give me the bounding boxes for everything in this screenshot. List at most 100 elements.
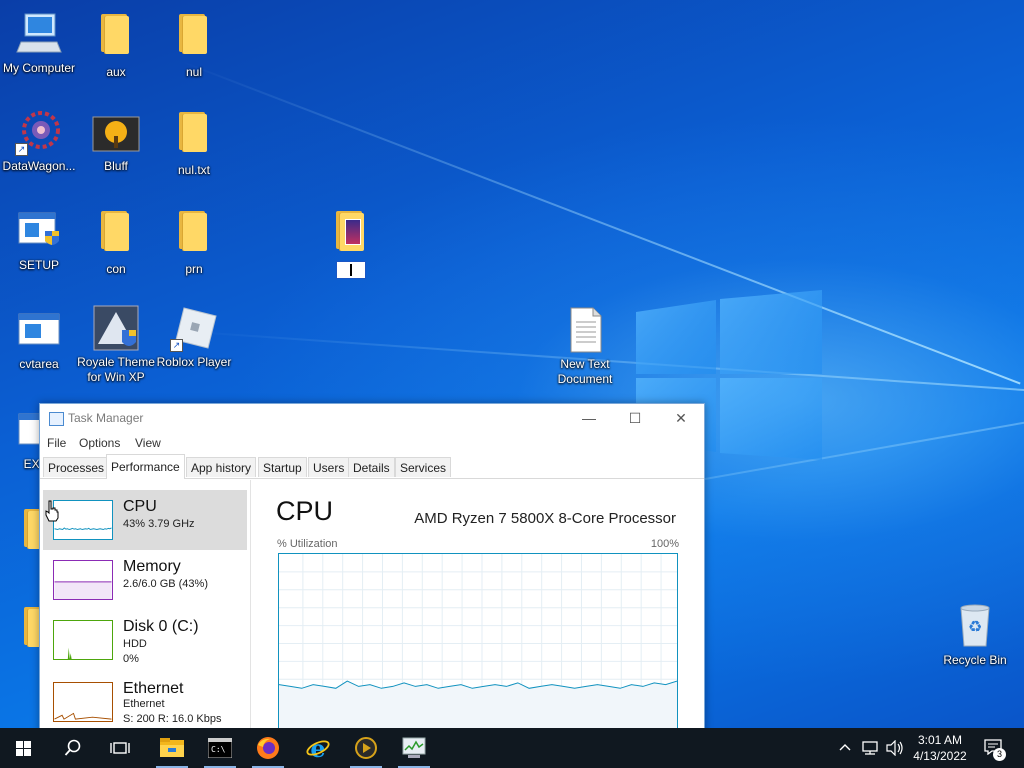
folder-icon (101, 211, 131, 251)
icon-label: Roblox Player (156, 355, 232, 369)
desktop-icon-recycle-bin[interactable]: ♻ Recycle Bin (935, 602, 1015, 668)
tab-details[interactable]: Details (348, 457, 395, 477)
royale-installer-icon (93, 305, 139, 351)
tab-startup[interactable]: Startup (258, 457, 307, 477)
clock[interactable]: 3:01 AM 4/13/2022 (900, 732, 980, 764)
computer-icon (16, 13, 62, 53)
tab-users[interactable]: Users (308, 457, 350, 477)
media-folder-icon (336, 211, 366, 251)
icon-label: DataWagon... (2, 159, 76, 173)
window-icon (18, 313, 60, 345)
resource-cpu[interactable]: CPU 43% 3.79 GHz (43, 490, 247, 550)
task-manager-icon (402, 737, 426, 758)
taskbar-file-explorer[interactable] (148, 728, 196, 768)
start-icon (16, 741, 31, 756)
resource-name: Memory (123, 558, 181, 575)
icon-label: con (106, 262, 126, 276)
desktop-icon-aux[interactable]: aux (76, 10, 156, 80)
resource-ethernet[interactable]: Ethernet Ethernet S: 200 R: 16.0 Kbps (43, 672, 247, 732)
tab-bar: Processes Performance App history Startu… (40, 454, 704, 479)
taskbar: C:\ e 3:01 AM 4/13/2022 3 (0, 728, 1024, 768)
graph-y-max-label: 100% (650, 538, 679, 550)
desktop-icon-royale-theme[interactable]: Royale Theme for Win XP (76, 304, 156, 385)
desktop-icon-media-folder[interactable] (311, 207, 391, 279)
desktop-icon-nul-txt[interactable]: nul.txt (154, 108, 234, 178)
desktop-icon-bluff[interactable]: Bluff (76, 108, 156, 174)
desktop-icon-setup[interactable]: SETUP (0, 207, 79, 273)
resource-memory[interactable]: Memory 2.6/6.0 GB (43%) (43, 550, 247, 610)
disk-thumbnail-graph (53, 620, 113, 660)
folder-icon (179, 112, 209, 152)
task-manager-window[interactable]: Task Manager — ☐ ✕ File Options View Pro… (39, 403, 705, 735)
shortcut-arrow-icon: ↗ (15, 143, 28, 156)
taskbar-internet-explorer[interactable]: e (294, 728, 342, 768)
text-document-icon (570, 307, 602, 353)
internet-explorer-icon: e (306, 736, 330, 760)
resource-disk[interactable]: Disk 0 (C:) HDD 0% (43, 610, 247, 670)
resource-name: Disk 0 (C:) (123, 618, 199, 635)
desktop-icon-roblox[interactable]: ↗ Roblox Player (154, 304, 234, 370)
hand-cursor-icon (45, 500, 59, 522)
tab-app-history[interactable]: App history (186, 457, 257, 477)
desktop-icon-prn[interactable]: prn (154, 207, 234, 277)
taskbar-command-prompt[interactable]: C:\ (196, 728, 244, 768)
desktop-icon-cvtarea[interactable]: cvtarea (0, 306, 79, 372)
tab-performance[interactable]: Performance (106, 454, 185, 479)
command-prompt-icon: C:\ (208, 738, 232, 758)
shortcut-arrow-icon: ↗ (170, 339, 183, 352)
resource-list: CPU 43% 3.79 GHz Memory 2.6/6.0 GB (43%)… (40, 480, 251, 734)
icon-label: Bluff (104, 159, 128, 173)
file-explorer-icon (160, 738, 184, 757)
minimize-button[interactable]: — (566, 404, 612, 432)
icon-label: prn (185, 262, 203, 276)
taskbar-task-manager[interactable] (390, 728, 438, 768)
desktop-icon-con[interactable]: con (76, 207, 156, 277)
desktop-icon-new-text-document[interactable]: New Text Document (545, 306, 625, 387)
processor-name: AMD Ryzen 7 5800X 8-Core Processor (414, 510, 676, 527)
cpu-thumbnail-graph (53, 500, 113, 540)
clock-time: 3:01 AM (917, 733, 963, 747)
resource-detail: 43% 3.79 GHz (123, 518, 195, 530)
resource-name: Ethernet (123, 680, 184, 697)
tab-services[interactable]: Services (395, 457, 452, 477)
menu-view[interactable]: View (135, 436, 161, 450)
icon-label: New Text Document (557, 357, 613, 386)
tab-processes[interactable]: Processes (43, 457, 110, 477)
taskbar-firefox[interactable] (244, 728, 292, 768)
search-button[interactable] (48, 728, 96, 768)
tree-image-icon (92, 116, 140, 152)
rename-field[interactable] (336, 261, 366, 279)
title-bar[interactable]: Task Manager — ☐ ✕ (40, 404, 704, 432)
icon-label: nul (185, 65, 202, 79)
desktop-icon-my-computer[interactable]: My Computer (0, 10, 79, 76)
taskbar-media-player[interactable] (342, 728, 390, 768)
close-button[interactable]: ✕ (658, 404, 704, 432)
network-icon (862, 741, 878, 755)
clock-date: 4/13/2022 (913, 749, 967, 763)
svg-text:♻: ♻ (968, 617, 982, 636)
icon-label: aux (106, 65, 126, 79)
chevron-up-icon (839, 744, 851, 751)
maximize-button[interactable]: ☐ (612, 404, 658, 432)
task-view-icon (110, 742, 130, 754)
task-manager-icon (49, 412, 64, 426)
start-button[interactable] (0, 728, 48, 768)
resource-detail: HDD (123, 638, 147, 650)
window-title: Task Manager (68, 411, 144, 425)
menu-options[interactable]: Options (79, 436, 120, 450)
desktop-icon-datawagon[interactable]: ↗ DataWagon... (0, 108, 79, 174)
icon-label: SETUP (18, 258, 59, 272)
folder-icon (179, 14, 209, 54)
resource-detail: 2.6/6.0 GB (43%) (123, 578, 208, 590)
recycle-bin-icon: ♻ (960, 604, 990, 647)
notifications-button[interactable]: 3 (982, 728, 1012, 768)
desktop-icon-nul[interactable]: nul (154, 10, 234, 80)
menu-file[interactable]: File (47, 436, 66, 450)
resource-detail: Ethernet (123, 698, 165, 710)
ethernet-thumbnail-graph (53, 682, 113, 722)
folder-icon (179, 211, 209, 251)
folder-icon (101, 14, 131, 54)
resource-name: CPU (123, 498, 157, 515)
svg-text:e: e (310, 736, 325, 760)
task-view-button[interactable] (96, 728, 144, 768)
